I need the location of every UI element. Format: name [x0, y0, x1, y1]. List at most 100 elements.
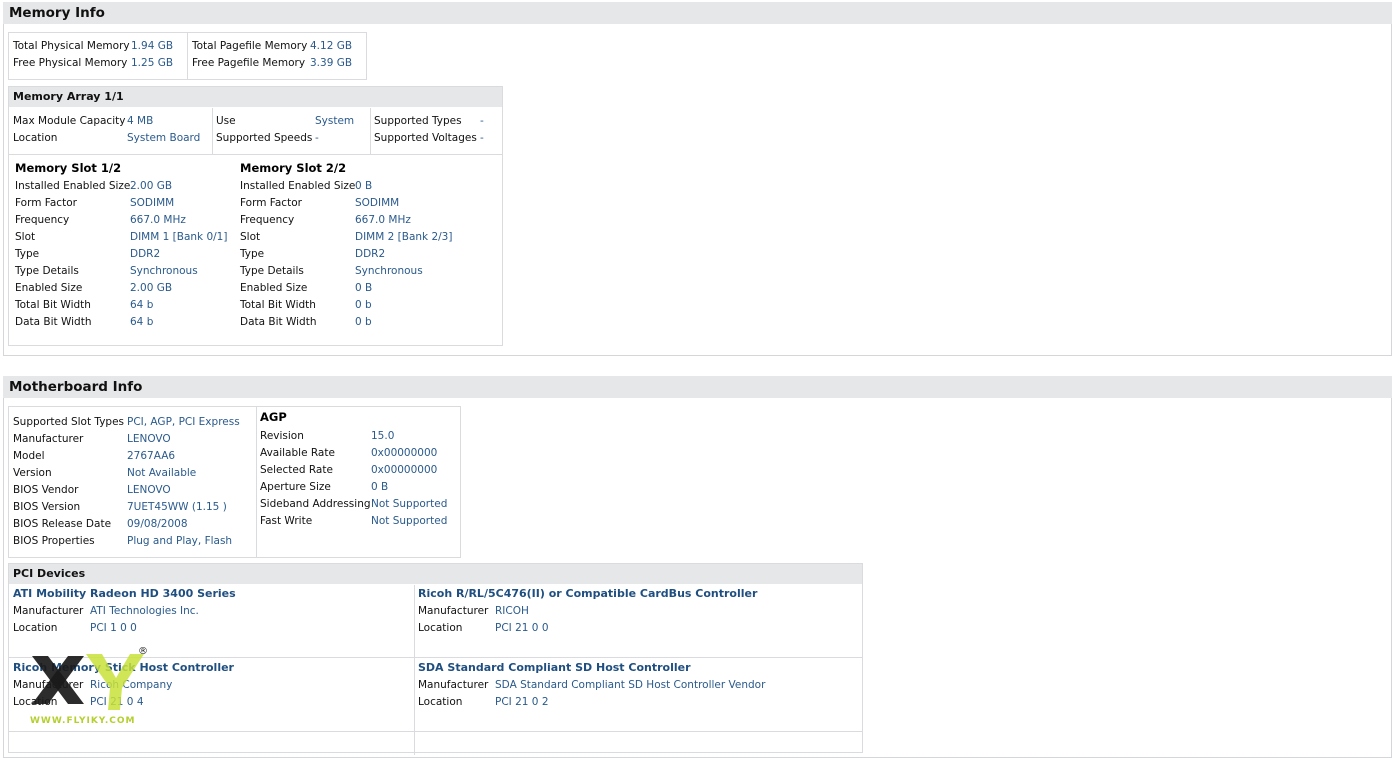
pci-device-name: ATI Mobility Radeon HD 3400 Series — [13, 587, 236, 600]
field-label: Location — [418, 622, 463, 634]
field-value: LENOVO — [127, 433, 171, 445]
field-value: - — [480, 132, 484, 144]
agp-title: AGP — [260, 410, 287, 424]
field-label: Type — [240, 248, 265, 260]
field-value: 4.12 GB — [310, 40, 353, 52]
field-value: 0 B — [371, 481, 389, 493]
field-label: Type Details — [240, 265, 304, 277]
field-value: PCI 21 0 0 — [495, 622, 549, 634]
field-value: 64 b — [130, 299, 154, 311]
field-value: 0x00000000 — [371, 464, 438, 476]
field-label: Enabled Size — [15, 282, 83, 294]
field-label: Revision — [260, 430, 304, 442]
field-value: 2767AA6 — [127, 450, 176, 462]
field-label: BIOS Properties — [13, 535, 95, 547]
field-value: DDR2 — [355, 248, 386, 260]
memory-array-header: Memory Array 1/1 — [9, 87, 502, 107]
field-label: Form Factor — [15, 197, 77, 209]
field-value: Plug and Play, Flash — [127, 535, 233, 547]
slot-title: Memory Slot 2/2 — [240, 161, 347, 175]
field-label: Total Bit Width — [240, 299, 316, 311]
field-value: SDA Standard Compliant SD Host Controlle… — [495, 679, 766, 691]
field-label: Total Physical Memory — [13, 40, 130, 52]
field-value: RICOH — [495, 605, 529, 617]
memory-array-box: Memory Array 1/1 Max Module Capacity 4 M… — [8, 86, 503, 346]
field-label: Manufacturer — [13, 433, 84, 445]
field-label: Manufacturer — [13, 605, 84, 617]
field-label: Installed Enabled Size — [15, 180, 131, 192]
field-value: PCI, AGP, PCI Express — [127, 416, 240, 428]
field-label: Slot — [15, 231, 36, 243]
field-value: System — [315, 115, 355, 127]
field-label: Enabled Size — [240, 282, 308, 294]
field-value: DIMM 2 [Bank 2/3] — [355, 231, 453, 243]
field-label: Available Rate — [260, 447, 335, 459]
field-label: Supported Slot Types — [13, 416, 125, 428]
field-value: 4 MB — [127, 115, 154, 127]
field-label: Type — [15, 248, 40, 260]
field-label: Supported Voltages — [374, 132, 477, 144]
memory-info-title: Memory Info — [3, 2, 1392, 24]
field-value: LENOVO — [127, 484, 171, 496]
motherboard-details-box: Supported Slot Types PCI, AGP, PCI Expres… — [8, 406, 461, 558]
field-value: 09/08/2008 — [127, 518, 188, 530]
field-value: - — [480, 115, 484, 127]
field-value: 0 b — [355, 316, 372, 328]
field-value: PCI 21 0 2 — [495, 696, 549, 708]
field-label: Type Details — [15, 265, 79, 277]
field-label: Manufacturer — [418, 679, 489, 691]
field-value: SODIMM — [355, 197, 400, 209]
flyiky-watermark-logo: ® WWW.FLYIKY.COM — [28, 646, 158, 728]
field-label: Max Module Capacity — [13, 115, 126, 127]
field-label: Selected Rate — [260, 464, 333, 476]
field-value: PCI 1 0 0 — [90, 622, 137, 634]
field-value: 0 B — [355, 180, 373, 192]
field-value: - — [315, 132, 319, 144]
field-value: Synchronous — [355, 265, 423, 277]
field-label: Free Pagefile Memory — [192, 57, 306, 69]
field-value: 1.25 GB — [131, 57, 174, 69]
field-label: Total Pagefile Memory — [192, 40, 308, 52]
field-label: Use — [216, 115, 236, 127]
field-value: 1.94 GB — [131, 40, 174, 52]
field-value: DIMM 1 [Bank 0/1] — [130, 231, 228, 243]
field-value: Not Supported — [371, 515, 448, 527]
field-label: BIOS Release Date — [13, 518, 112, 530]
field-label: Data Bit Width — [240, 316, 317, 328]
pci-device-card: SDA Standard Compliant SD Host Controlle… — [418, 661, 858, 727]
field-value: 0 B — [355, 282, 373, 294]
field-value: Not Available — [127, 467, 197, 479]
field-value: 64 b — [130, 316, 154, 328]
pci-devices-header: PCI Devices — [9, 564, 862, 584]
field-label: Total Bit Width — [15, 299, 91, 311]
field-label: BIOS Vendor — [13, 484, 79, 496]
field-label: Sideband Addressing — [260, 498, 371, 510]
field-label: Manufacturer — [418, 605, 489, 617]
field-value: System Board — [127, 132, 201, 144]
field-value: 3.39 GB — [310, 57, 353, 69]
field-label: Fast Write — [260, 515, 313, 527]
field-label: Installed Enabled Size — [240, 180, 356, 192]
xy-logo-icon — [32, 654, 144, 710]
field-label: Supported Types — [374, 115, 462, 127]
pci-device-card: ATI Mobility Radeon HD 3400 Series Manuf… — [13, 587, 408, 653]
field-label: Model — [13, 450, 45, 462]
field-label: Frequency — [15, 214, 70, 226]
field-label: Form Factor — [240, 197, 302, 209]
field-label: Frequency — [240, 214, 295, 226]
pci-device-card: Ricoh R/RL/5C476(II) or Compatible CardB… — [418, 587, 858, 653]
field-label: Aperture Size — [260, 481, 331, 493]
field-label: Free Physical Memory — [13, 57, 128, 69]
field-label: Location — [418, 696, 463, 708]
memory-slot-2: Memory Slot 2/2 Installed Enabled Size 0 … — [240, 161, 480, 341]
field-label: Location — [13, 622, 58, 634]
field-value: ATI Technologies Inc. — [90, 605, 199, 617]
field-label: Location — [13, 132, 58, 144]
field-label: Version — [13, 467, 52, 479]
pci-device-name: Ricoh R/RL/5C476(II) or Compatible CardB… — [418, 587, 758, 600]
field-label: Data Bit Width — [15, 316, 92, 328]
field-value: 2.00 GB — [130, 180, 173, 192]
field-label: BIOS Version — [13, 501, 81, 513]
field-value: SODIMM — [130, 197, 175, 209]
field-value: Not Supported — [371, 498, 448, 510]
